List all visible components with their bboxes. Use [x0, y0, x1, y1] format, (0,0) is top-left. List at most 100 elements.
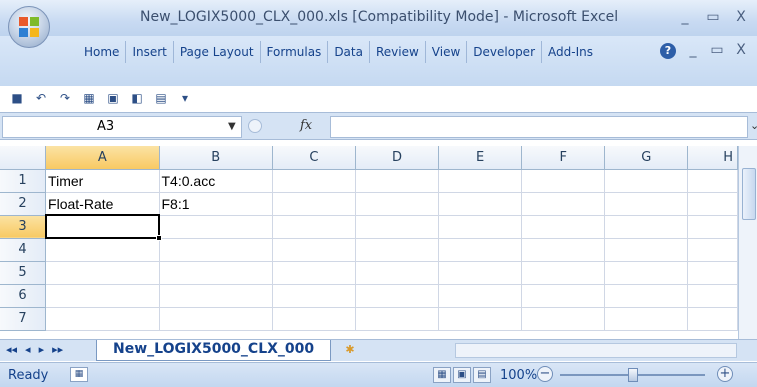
cell-h7[interactable]: [687, 307, 738, 331]
active-cell-a3[interactable]: [44, 214, 162, 241]
save-icon[interactable]: ■: [8, 90, 26, 106]
cell-f6[interactable]: [521, 284, 606, 308]
tab-view[interactable]: View: [426, 41, 468, 63]
cell-b6[interactable]: [159, 284, 273, 308]
horizontal-scrollbar[interactable]: [455, 343, 737, 358]
zoom-level[interactable]: 100%: [500, 368, 537, 383]
cell-h1[interactable]: [687, 169, 738, 193]
cell-e2[interactable]: [438, 192, 523, 216]
cell-g1[interactable]: [604, 169, 689, 193]
cell-d2[interactable]: [355, 192, 440, 216]
cell-g5[interactable]: [604, 261, 689, 285]
column-header-b[interactable]: B: [159, 146, 273, 170]
insert-function-button[interactable]: fx: [300, 118, 312, 133]
cell-b3[interactable]: [159, 215, 273, 239]
cell-d3[interactable]: [355, 215, 440, 239]
macro-recording-icon[interactable]: ▦: [70, 367, 88, 382]
column-header-a[interactable]: A: [45, 146, 160, 170]
row-header[interactable]: 2: [0, 192, 47, 216]
cell-d4[interactable]: [355, 238, 440, 262]
undo-icon[interactable]: ↶: [32, 90, 50, 106]
column-header-f[interactable]: F: [521, 146, 606, 170]
help-icon[interactable]: ?: [660, 43, 676, 59]
vertical-scroll-thumb[interactable]: [742, 168, 756, 220]
tab-data[interactable]: Data: [328, 41, 370, 63]
row-header[interactable]: 3: [0, 215, 47, 239]
zoom-in-button[interactable]: +: [717, 366, 733, 382]
row-header[interactable]: 5: [0, 261, 47, 285]
cell-f1[interactable]: [521, 169, 606, 193]
fill-handle[interactable]: [155, 234, 162, 241]
name-box[interactable]: A3: [2, 116, 242, 138]
cell-a4[interactable]: [45, 238, 160, 262]
cell-g6[interactable]: [604, 284, 689, 308]
expand-formula-bar-icon[interactable]: ⌄: [750, 119, 757, 132]
print-preview-icon[interactable]: ▣: [104, 90, 122, 106]
cell-a7[interactable]: [45, 307, 160, 331]
select-all-button[interactable]: [0, 146, 47, 170]
column-header-g[interactable]: G: [604, 146, 689, 170]
row-header[interactable]: 4: [0, 238, 47, 262]
redo-icon[interactable]: ↷: [56, 90, 74, 106]
format-icon[interactable]: ▦: [80, 90, 98, 106]
cell-h6[interactable]: [687, 284, 738, 308]
quick-print-icon[interactable]: ◧: [128, 90, 146, 106]
cell-g4[interactable]: [604, 238, 689, 262]
workbook-close-button[interactable]: X: [730, 41, 752, 59]
column-header-c[interactable]: C: [272, 146, 356, 170]
window-minimize-button[interactable]: _: [674, 8, 696, 26]
cell-a6[interactable]: [45, 284, 160, 308]
tab-developer[interactable]: Developer: [467, 41, 542, 63]
cell-h4[interactable]: [687, 238, 738, 262]
last-sheet-button[interactable]: ▸▸: [52, 343, 63, 356]
office-button[interactable]: [8, 6, 50, 48]
customize-qat-icon[interactable]: ▾: [176, 90, 194, 106]
cell-b4[interactable]: [159, 238, 273, 262]
tab-home[interactable]: Home: [78, 41, 127, 63]
form-icon[interactable]: ▤: [152, 90, 170, 106]
cell-h3[interactable]: [687, 215, 738, 239]
workbook-minimize-button[interactable]: _: [682, 41, 704, 59]
cell-c3[interactable]: [272, 215, 356, 239]
zoom-slider-thumb[interactable]: [627, 368, 638, 382]
cell-b2[interactable]: F8:1: [159, 192, 273, 216]
cell-b1[interactable]: T4:0.acc: [159, 169, 273, 193]
cell-e7[interactable]: [438, 307, 523, 331]
cell-f3[interactable]: [521, 215, 606, 239]
column-header-e[interactable]: E: [438, 146, 523, 170]
cell-d5[interactable]: [355, 261, 440, 285]
previous-sheet-button[interactable]: ◂: [25, 343, 31, 356]
cell-c6[interactable]: [272, 284, 356, 308]
normal-view-button[interactable]: ▦: [433, 367, 451, 383]
cell-c5[interactable]: [272, 261, 356, 285]
page-break-view-button[interactable]: ▤: [473, 367, 491, 383]
cell-d6[interactable]: [355, 284, 440, 308]
cell-d7[interactable]: [355, 307, 440, 331]
next-sheet-button[interactable]: ▸: [39, 343, 45, 356]
cell-c1[interactable]: [272, 169, 356, 193]
cell-e5[interactable]: [438, 261, 523, 285]
cell-g3[interactable]: [604, 215, 689, 239]
cell-f7[interactable]: [521, 307, 606, 331]
column-header-h[interactable]: H: [687, 146, 738, 170]
tab-add-ins[interactable]: Add-Ins: [542, 41, 599, 63]
cell-e6[interactable]: [438, 284, 523, 308]
chevron-down-icon[interactable]: ▼: [228, 121, 236, 132]
window-close-button[interactable]: X: [730, 8, 752, 26]
column-header-d[interactable]: D: [355, 146, 440, 170]
cell-h5[interactable]: [687, 261, 738, 285]
row-header[interactable]: 6: [0, 284, 47, 308]
cell-g2[interactable]: [604, 192, 689, 216]
cell-b5[interactable]: [159, 261, 273, 285]
cell-c4[interactable]: [272, 238, 356, 262]
workbook-restore-button[interactable]: ▭: [706, 41, 728, 59]
cell-a2[interactable]: Float-Rate: [45, 192, 160, 216]
cell-c2[interactable]: [272, 192, 356, 216]
row-header[interactable]: 7: [0, 307, 47, 331]
cell-e1[interactable]: [438, 169, 523, 193]
first-sheet-button[interactable]: ◂◂: [6, 343, 17, 356]
page-layout-view-button[interactable]: ▣: [453, 367, 471, 383]
cell-e3[interactable]: [438, 215, 523, 239]
cell-b7[interactable]: [159, 307, 273, 331]
window-maximize-button[interactable]: ▭: [702, 8, 724, 26]
